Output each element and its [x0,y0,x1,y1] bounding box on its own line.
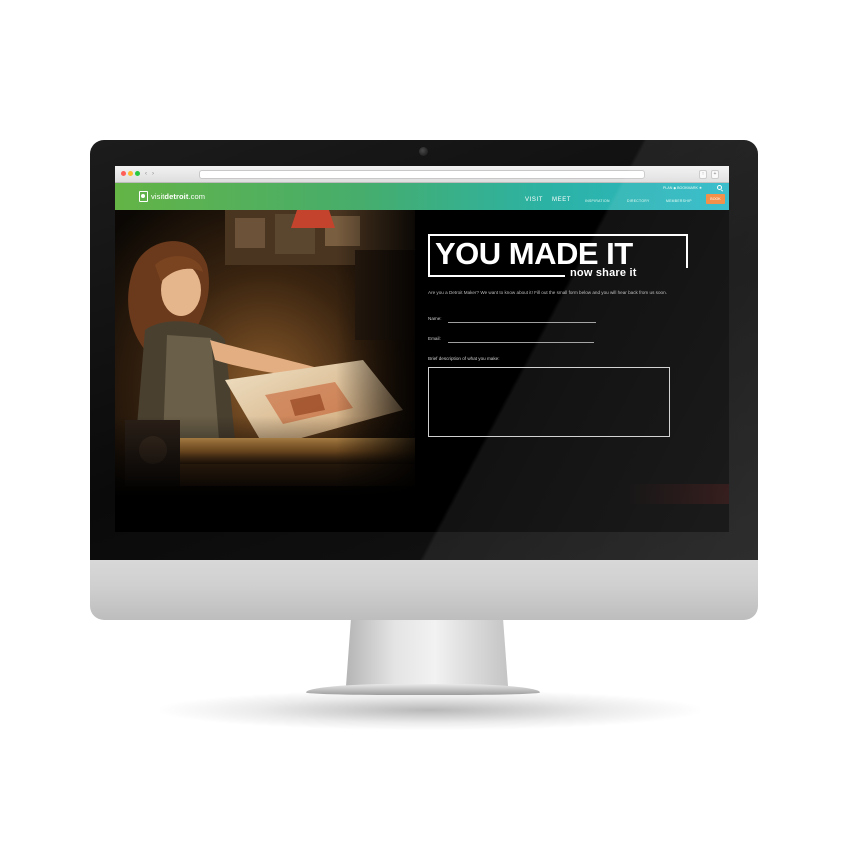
monitor-stand-base [306,684,540,695]
back-button[interactable]: ‹ [145,169,147,179]
logo-name: detroit [164,192,189,201]
decorative-glow [625,484,729,504]
site-header: visitdetroit.com PLAN ◆ BOOKMARK ★ VISIT… [115,183,729,210]
utility-links[interactable]: PLAN ◆ BOOKMARK ★ [663,186,702,190]
logo-prefix: visit [151,192,165,201]
nav-inspiration[interactable]: INSPIRATION [585,199,610,203]
email-field[interactable] [448,342,594,343]
share-button[interactable]: ↑ [699,170,707,179]
name-field[interactable] [448,322,596,323]
camera-icon [419,147,428,156]
nav-visit[interactable]: VISIT [525,197,543,203]
minimize-window-button[interactable] [128,171,133,176]
nav-meet[interactable]: MEET [552,197,571,203]
name-label: Name: [428,316,442,321]
email-label: Email: [428,336,441,341]
search-icon[interactable] [717,185,722,190]
site-logo[interactable]: visitdetroit.com [151,192,205,201]
logo-suffix: .com [188,192,206,201]
nav-directory[interactable]: DIRECTORY [627,199,650,203]
description-label: Brief description of what you make: [428,356,500,361]
description-textarea[interactable] [428,367,670,437]
new-tab-button[interactable]: + [711,170,719,179]
floor-shadow [160,690,700,730]
monitor-chin [90,560,758,620]
address-bar[interactable] [199,170,645,179]
maximize-window-button[interactable] [135,171,140,176]
maker-image [115,210,415,532]
monitor-stand [346,620,508,686]
page-subtitle: now share it [570,267,637,279]
intro-text: Are you a Detroit Maker? We want to know… [428,290,667,295]
page-title: YOU MADE IT [435,236,633,271]
hero-photo [115,210,415,532]
forward-button[interactable]: › [152,169,154,179]
browser-toolbar: ‹ › ↑ + [115,166,729,183]
book-button[interactable]: BOOK [706,194,725,204]
logo-icon[interactable] [139,191,148,202]
screen: ‹ › ↑ + visitdetroit.com PLAN ◆ BOOKMARK… [115,166,729,532]
nav-membership[interactable]: MEMBERSHIP [666,199,692,203]
close-window-button[interactable] [121,171,126,176]
